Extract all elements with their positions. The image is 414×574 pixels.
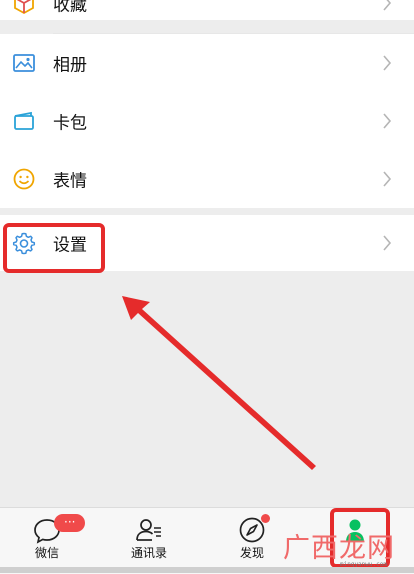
chevron-right-icon: [383, 171, 392, 187]
chevron-right-icon: [383, 0, 392, 11]
menu-item-label: 收藏: [53, 0, 87, 16]
menu-item-favorites[interactable]: 收藏: [0, 0, 414, 20]
menu-item-card-wallet[interactable]: 卡包: [0, 92, 414, 150]
smiley-icon: [13, 168, 35, 190]
menu-item-stickers[interactable]: 表情: [0, 150, 414, 208]
tab-chats[interactable]: 微信 ···: [7, 508, 87, 574]
menu-item-label: 卡包: [53, 113, 87, 134]
chevron-right-icon: [383, 235, 392, 251]
chevron-right-icon: [383, 113, 392, 129]
card-icon: [14, 111, 34, 130]
tab-discover[interactable]: 发现: [212, 508, 292, 574]
settings-highlight-box: [3, 223, 105, 273]
new-moments-dot: [261, 514, 270, 523]
image-icon: [13, 54, 35, 72]
unread-badge: ···: [54, 514, 86, 532]
chevron-right-icon: [383, 55, 392, 71]
home-indicator-strip: [0, 567, 414, 573]
menu-item-album[interactable]: 相册: [0, 34, 414, 92]
menu-item-label: 表情: [53, 171, 87, 192]
tab-label: 通讯录: [130, 546, 167, 560]
tab-label: 发现: [239, 546, 264, 560]
cube-icon: [14, 0, 34, 15]
tab-contacts[interactable]: 通讯录: [109, 508, 189, 574]
tab-label: 微信: [34, 546, 59, 560]
watermark: 广西龙网: [283, 533, 395, 564]
contacts-icon: [136, 519, 161, 541]
menu-item-label: 相册: [53, 55, 87, 76]
